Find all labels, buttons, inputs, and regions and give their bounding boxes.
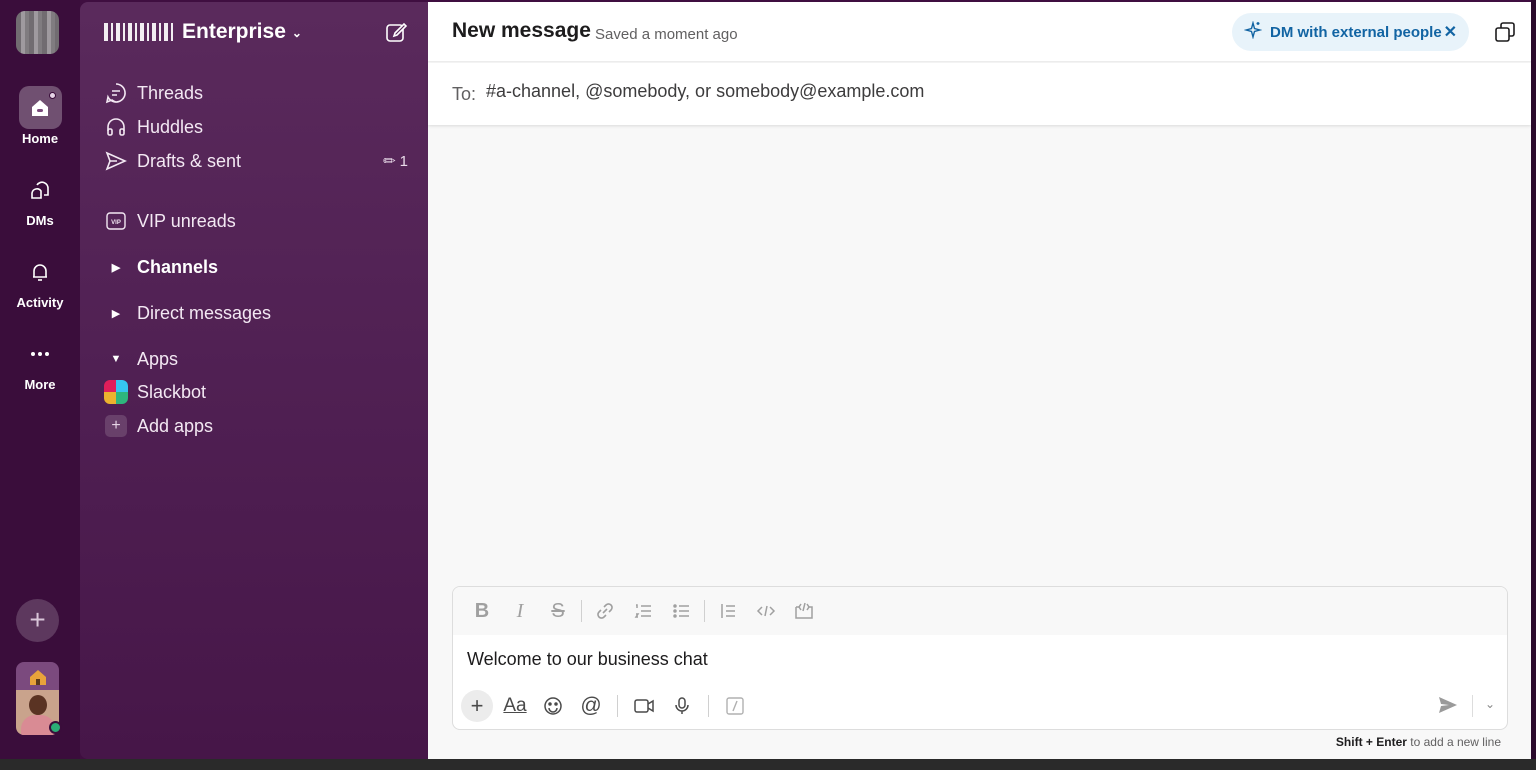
attach-plus-icon[interactable]: +: [461, 690, 493, 722]
composer-hint: Shift + Enter to add a new line: [1336, 735, 1501, 749]
dms-icon: [19, 168, 62, 211]
drafts-count-badge: ✏ 1: [383, 152, 408, 171]
composer-actions: + Aa @: [461, 689, 751, 723]
sidebar-item-label: VIP unreads: [137, 210, 236, 231]
window-edge: [1531, 0, 1536, 770]
hint-text: to add a new line: [1406, 735, 1501, 749]
plus-icon: +: [104, 414, 128, 438]
add-workspace-button[interactable]: +: [16, 599, 59, 642]
message-input[interactable]: Welcome to our business chat: [467, 649, 708, 670]
sidebar-item-huddles[interactable]: Huddles: [104, 112, 408, 142]
pill-label: DM with external people: [1270, 23, 1442, 41]
section-direct-messages[interactable]: ▶ Direct messages: [104, 298, 408, 328]
main-panel: New message Saved a moment ago DM with e…: [428, 2, 1531, 759]
sidebar-item-add-apps[interactable]: + Add apps: [104, 411, 408, 441]
send-icon: [104, 149, 128, 173]
dm-external-people-pill[interactable]: DM with external people ✕: [1232, 13, 1469, 51]
chevron-down-icon: ⌄: [291, 26, 302, 40]
home-icon: [18, 86, 62, 129]
microphone-icon[interactable]: [666, 690, 698, 722]
caret-down-icon: ▼: [110, 353, 122, 365]
close-icon[interactable]: ✕: [1444, 22, 1457, 42]
code-icon[interactable]: [749, 596, 783, 626]
bulleted-list-icon[interactable]: [664, 596, 698, 626]
message-header: New message Saved a moment ago DM with e…: [428, 2, 1531, 62]
workspace-logo[interactable]: [16, 11, 59, 54]
pencil-icon: ✏: [383, 153, 396, 170]
caret-right-icon: ▶: [111, 261, 121, 274]
message-composer: B I S Welcome to our business chat + Aa …: [452, 586, 1508, 730]
section-channels[interactable]: ▶ Channels: [104, 252, 408, 282]
rail-more[interactable]: More: [0, 332, 80, 392]
workspace-name-pixelated: [104, 23, 176, 41]
caret-right-icon: ▶: [111, 307, 121, 320]
status-indicator: [49, 721, 62, 734]
recipient-input[interactable]: [486, 81, 1186, 102]
sidebar-item-vip[interactable]: VIP VIP unreads: [104, 206, 408, 236]
chevron-down-icon[interactable]: ⌄: [1485, 697, 1495, 711]
rail-activity[interactable]: Activity: [0, 250, 80, 310]
send-icon[interactable]: [1437, 694, 1461, 718]
section-label: Channels: [137, 256, 219, 277]
page-title: New message: [452, 19, 591, 42]
headphones-icon: [104, 115, 128, 139]
to-label: To:: [452, 84, 477, 104]
rail-label-activity: Activity: [16, 295, 64, 310]
recipient-row: To:: [428, 63, 1531, 125]
section-label: Apps: [137, 348, 179, 369]
sidebar: Enterprise ⌄ Threads Huddles Drafts & se…: [80, 2, 428, 759]
sidebar-item-label: Threads: [137, 82, 204, 103]
hint-keys: Shift + Enter: [1335, 735, 1407, 749]
link-icon[interactable]: [588, 596, 622, 626]
bell-icon: [19, 250, 62, 293]
emoji-icon[interactable]: [537, 690, 569, 722]
mention-icon[interactable]: @: [575, 690, 607, 722]
vip-icon: VIP: [104, 209, 128, 233]
workspace-avatar[interactable]: [16, 662, 59, 692]
sidebar-item-label: Add apps: [137, 415, 214, 436]
workspace-name: Enterprise: [182, 20, 286, 43]
italic-icon[interactable]: I: [503, 596, 537, 626]
rail-dms[interactable]: DMs: [0, 168, 80, 228]
slash-command-icon[interactable]: [719, 690, 751, 722]
workspace-name-button[interactable]: Enterprise ⌄: [104, 20, 302, 44]
strikethrough-icon[interactable]: S: [541, 596, 575, 626]
blockquote-icon[interactable]: [711, 596, 745, 626]
threads-icon: [104, 81, 128, 105]
rail-label-home: Home: [21, 131, 59, 146]
rail-home[interactable]: Home: [0, 86, 80, 146]
rail-label-more: More: [24, 377, 56, 392]
sidebar-item-threads[interactable]: Threads: [104, 78, 408, 108]
rail-label-dms: DMs: [26, 213, 54, 228]
formatting-toolbar: B I S: [453, 587, 1507, 635]
sidebar-item-label: Drafts & sent: [137, 150, 242, 171]
sidebar-item-label: Huddles: [137, 116, 204, 137]
svg-text:VIP: VIP: [111, 220, 121, 226]
sidebar-item-drafts[interactable]: Drafts & sent ✏ 1: [104, 146, 408, 176]
saved-status: Saved a moment ago: [595, 26, 738, 43]
bold-icon[interactable]: B: [465, 596, 499, 626]
section-apps[interactable]: ▼ Apps: [104, 344, 408, 374]
code-block-icon[interactable]: [787, 596, 821, 626]
slackbot-icon: [104, 380, 128, 404]
sidebar-item-label: Slackbot: [137, 381, 207, 402]
sparkle-icon: [1243, 20, 1263, 43]
workspace-rail: Home DMs Activity More +: [0, 0, 80, 760]
video-icon[interactable]: [628, 690, 660, 722]
taskbar-strip: [0, 759, 1536, 770]
more-icon: [19, 332, 62, 375]
compose-icon[interactable]: [384, 20, 408, 44]
sidebar-item-slackbot[interactable]: Slackbot: [104, 377, 408, 407]
ordered-list-icon[interactable]: [626, 596, 660, 626]
section-label: Direct messages: [137, 302, 272, 323]
text-format-icon[interactable]: Aa: [499, 690, 531, 722]
open-in-new-window-icon[interactable]: [1494, 21, 1516, 43]
